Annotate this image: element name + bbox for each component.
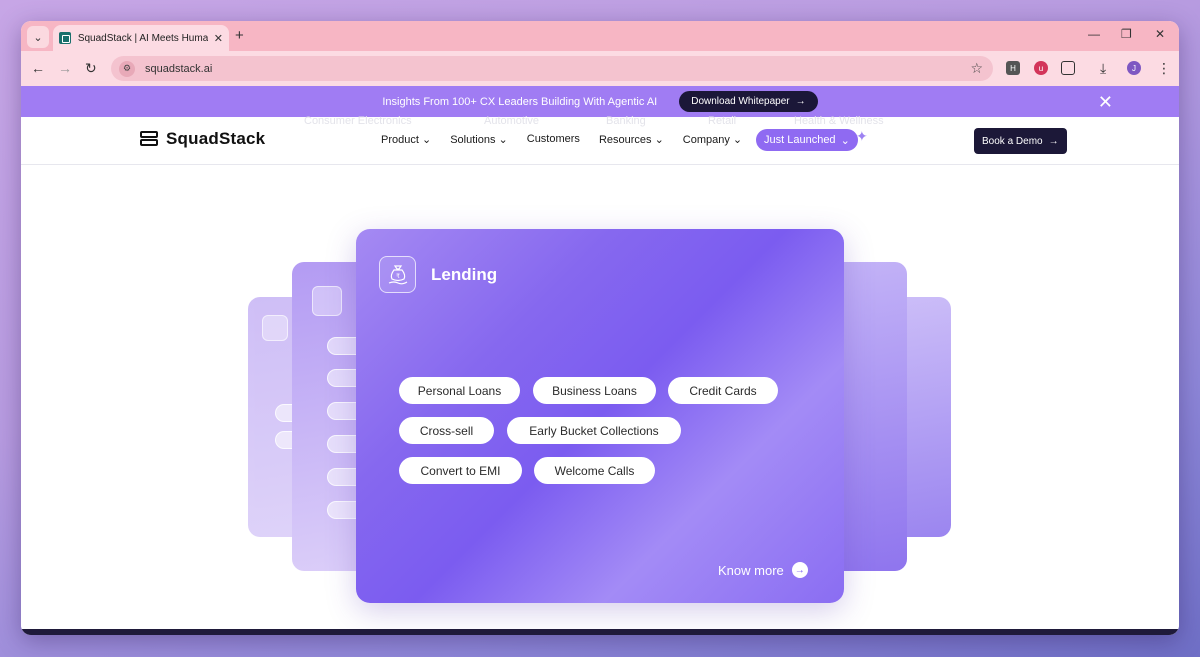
chip-business-loans[interactable]: Business Loans bbox=[533, 377, 656, 404]
main-menu: Product ⌄ Solutions ⌄ Customers Resource… bbox=[381, 133, 742, 146]
browser-window: ⌄ SquadStack | AI Meets Human E ✕ + — ❐ … bbox=[21, 21, 1179, 635]
tab-title: SquadStack | AI Meets Human E bbox=[77, 32, 208, 44]
tab-close-icon[interactable]: ✕ bbox=[214, 32, 223, 45]
menu-item-resources[interactable]: Resources ⌄ bbox=[599, 133, 664, 146]
know-more-label: Know more bbox=[718, 562, 784, 578]
banner-close-icon[interactable]: ✕ bbox=[1098, 92, 1113, 113]
footer-strip bbox=[21, 629, 1179, 635]
chevron-down-icon: ⌄ bbox=[840, 134, 850, 147]
book-demo-label: Book a Demo bbox=[982, 135, 1043, 147]
arrow-right-icon: → bbox=[795, 96, 806, 107]
menu-item-solutions[interactable]: Solutions ⌄ bbox=[450, 133, 508, 146]
chip-credit-cards[interactable]: Credit Cards bbox=[668, 377, 778, 404]
download-icon[interactable]: ⤓ bbox=[1100, 60, 1106, 77]
extensions-puzzle-icon[interactable] bbox=[1061, 61, 1075, 75]
sparkle-icon: ✦ bbox=[856, 128, 868, 144]
tab-search-button[interactable]: ⌄ bbox=[27, 26, 49, 48]
extension-shield-icon[interactable]: u bbox=[1034, 61, 1048, 75]
just-launched-button[interactable]: Just Launched ⌄ bbox=[756, 129, 858, 151]
lending-card[interactable]: ₹ Lending Personal Loans Business Loans … bbox=[356, 229, 844, 603]
banner-text: Insights From 100+ CX Leaders Building W… bbox=[382, 95, 658, 108]
menu-item-product[interactable]: Product ⌄ bbox=[381, 133, 431, 146]
chip-welcome-calls[interactable]: Welcome Calls bbox=[534, 457, 655, 484]
book-demo-button[interactable]: Book a Demo → bbox=[974, 128, 1067, 154]
just-launched-label: Just Launched bbox=[764, 134, 836, 146]
bookmark-star-icon[interactable]: ☆ bbox=[970, 60, 983, 77]
reload-icon[interactable]: ↻ bbox=[85, 60, 97, 77]
chip-cross-sell[interactable]: Cross-sell bbox=[399, 417, 494, 444]
back-icon[interactable]: ← bbox=[31, 60, 45, 76]
tab-strip: ⌄ SquadStack | AI Meets Human E ✕ + — ❐ … bbox=[21, 21, 1179, 51]
download-whitepaper-label: Download Whitepaper bbox=[691, 96, 790, 107]
chip-convert-to-emi[interactable]: Convert to EMI bbox=[399, 457, 522, 484]
svg-text:₹: ₹ bbox=[396, 273, 400, 280]
minimize-icon[interactable]: — bbox=[1088, 27, 1100, 41]
arrow-right-circle-icon: → bbox=[791, 562, 808, 578]
chip-personal-loans[interactable]: Personal Loans bbox=[399, 377, 520, 404]
squadstack-favicon-icon bbox=[59, 32, 71, 44]
new-tab-button[interactable]: + bbox=[235, 27, 244, 44]
store-icon bbox=[262, 315, 288, 341]
ghost-category: Health & Wellness bbox=[794, 115, 884, 127]
ghost-category: Retail bbox=[708, 115, 737, 127]
chip-early-bucket-collections[interactable]: Early Bucket Collections bbox=[507, 417, 681, 444]
forward-icon[interactable]: → bbox=[58, 60, 72, 76]
tab-active[interactable]: SquadStack | AI Meets Human E ✕ bbox=[53, 25, 229, 51]
download-whitepaper-button[interactable]: Download Whitepaper → bbox=[679, 91, 818, 112]
browser-toolbar: ← → ↻ ⚙ squadstack.ai ☆ H u ⤓ J ⋮ bbox=[21, 51, 1179, 86]
site-header: Consumer Electronics Automotive Banking … bbox=[21, 115, 1179, 165]
profile-avatar[interactable]: J bbox=[1127, 61, 1141, 75]
restore-icon[interactable]: ❐ bbox=[1121, 27, 1132, 41]
site-info-icon[interactable]: ⚙ bbox=[119, 60, 135, 77]
ghost-category: Automotive bbox=[484, 115, 540, 127]
squadstack-logo[interactable]: SquadStack bbox=[140, 129, 265, 149]
rupee-money-bag-icon: ₹ bbox=[379, 256, 416, 293]
address-bar[interactable]: ⚙ squadstack.ai ☆ bbox=[111, 56, 993, 81]
page-content: Insights From 100+ CX Leaders Building W… bbox=[21, 86, 1179, 635]
menu-item-customers[interactable]: Customers bbox=[527, 133, 580, 146]
card-title: Lending bbox=[431, 265, 498, 284]
know-more-link[interactable]: Know more → bbox=[718, 562, 808, 578]
ghost-category: Consumer Electronics bbox=[304, 115, 412, 127]
close-window-icon[interactable]: ✕ bbox=[1155, 27, 1165, 41]
extension-h-icon[interactable]: H bbox=[1006, 61, 1020, 75]
url-text: squadstack.ai bbox=[145, 62, 213, 75]
arrow-right-icon: → bbox=[1048, 135, 1059, 147]
tv-icon bbox=[312, 286, 342, 316]
stack-logo-icon bbox=[140, 129, 160, 149]
promo-banner: Insights From 100+ CX Leaders Building W… bbox=[21, 86, 1179, 117]
menu-kebab-icon[interactable]: ⋮ bbox=[1157, 60, 1171, 77]
ghost-category: Banking bbox=[606, 115, 646, 127]
logo-text: SquadStack bbox=[166, 129, 266, 148]
menu-item-company[interactable]: Company ⌄ bbox=[683, 133, 742, 146]
